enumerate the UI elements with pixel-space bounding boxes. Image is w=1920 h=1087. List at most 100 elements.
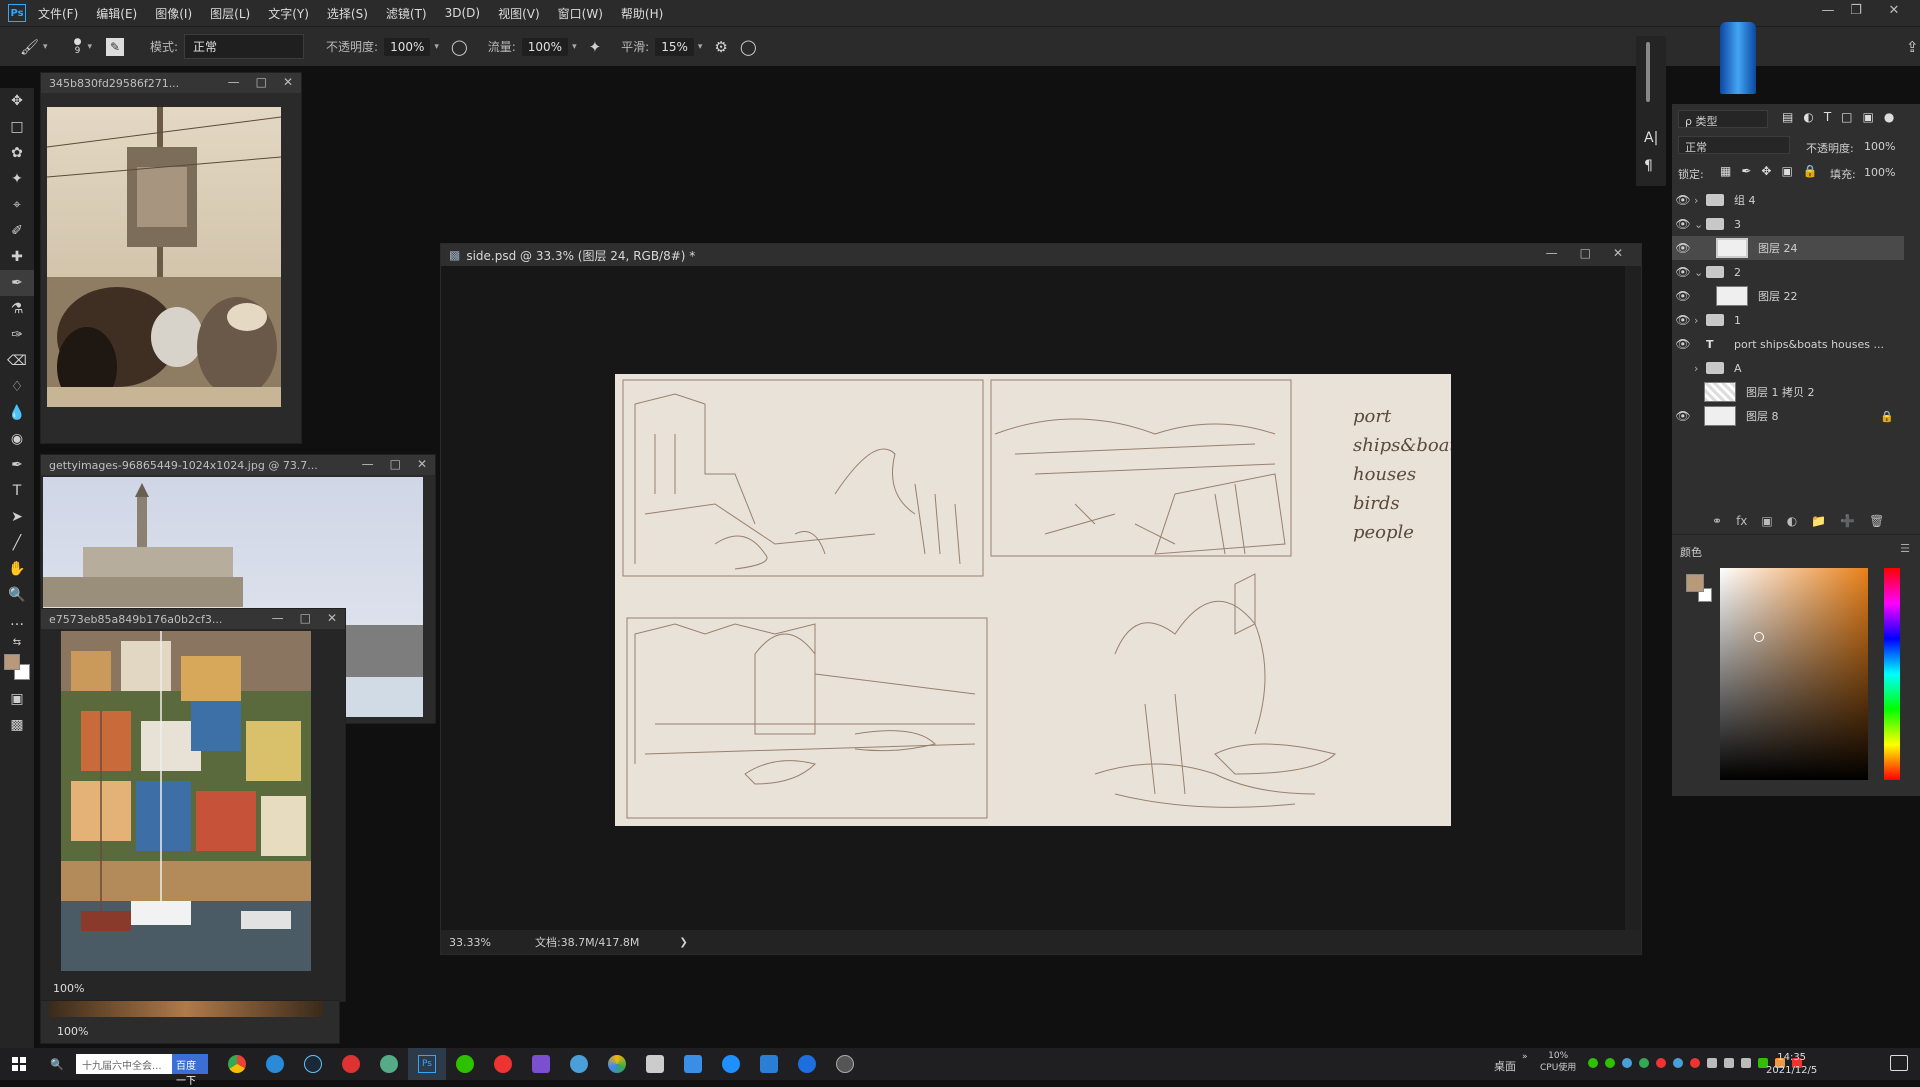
lasso-tool-icon[interactable]: ✿ <box>0 140 34 166</box>
menu-help[interactable]: 帮助(H) <box>621 5 663 22</box>
player-icon[interactable] <box>598 1048 636 1080</box>
chevron-right-icon[interactable]: » <box>1522 1052 1528 1062</box>
desktop-label[interactable]: 桌面 <box>1494 1058 1516 1074</box>
close-icon[interactable]: ✕ <box>283 75 293 89</box>
layer-row-group3[interactable]: 👁 ⌄ 3 <box>1672 212 1904 236</box>
brush-size-preset[interactable]: ● 9 <box>74 37 82 56</box>
eraser-tool-icon[interactable]: ⌫ <box>0 348 34 374</box>
window-titlebar[interactable]: ▩ side.psd @ 33.3% (图层 24, RGB/8#) * — □… <box>441 244 1641 266</box>
visibility-eye-icon[interactable]: 👁 <box>1672 265 1694 279</box>
dodge-tool-icon[interactable]: ◉ <box>0 426 34 452</box>
windows-start-icon[interactable] <box>0 1048 38 1080</box>
trash-icon[interactable]: 🗑 <box>1869 514 1884 528</box>
chrome-icon[interactable] <box>218 1048 256 1080</box>
visibility-eye-icon[interactable]: 👁 <box>1672 289 1694 303</box>
quick-mask-icon[interactable]: ▣ <box>0 686 34 712</box>
cpu-usage-widget[interactable]: 10% CPU使用 <box>1540 1050 1576 1074</box>
clock[interactable]: 14:35 2021/12/5 <box>1766 1051 1817 1077</box>
maximize-icon[interactable]: □ <box>390 457 401 471</box>
app-icon[interactable] <box>636 1048 674 1080</box>
window-titlebar[interactable]: gettyimages-96865449-1024x1024.jpg @ 73.… <box>41 455 435 475</box>
chevron-down-icon[interactable]: ▾ <box>434 42 439 52</box>
close-icon[interactable]: ✕ <box>327 611 337 625</box>
visual-studio-icon[interactable] <box>522 1048 560 1080</box>
layer-filter-select[interactable]: ρ 类型 <box>1678 110 1768 128</box>
minimize-icon[interactable]: — <box>1546 246 1558 260</box>
move-tool-icon[interactable]: ✥ <box>0 88 34 114</box>
type-tool-icon[interactable]: T <box>0 478 34 504</box>
tray-app-icon[interactable] <box>1690 1058 1700 1068</box>
status-menu-arrow-icon[interactable]: ❯ <box>679 937 687 948</box>
tray-app-icon[interactable] <box>1622 1058 1632 1068</box>
window-titlebar[interactable]: e7573eb85a849b176a0b2cf3... — □ ✕ <box>41 609 345 629</box>
foreground-color-swatch[interactable] <box>4 654 20 670</box>
app-icon[interactable] <box>560 1048 598 1080</box>
zoom-level[interactable]: 33.33% <box>449 936 491 949</box>
tray-app-icon[interactable] <box>1639 1058 1649 1068</box>
new-group-icon[interactable]: 📁 <box>1811 514 1826 528</box>
airbrush-icon[interactable]: ✦ <box>589 38 602 56</box>
minimize-icon[interactable]: — <box>228 75 240 89</box>
tray-app-icon[interactable] <box>1656 1058 1666 1068</box>
canvas-area[interactable]: port ships&boats houses birds people <box>441 266 1641 930</box>
pressure-opacity-icon[interactable]: ◯ <box>451 38 468 56</box>
lock-all-icon[interactable]: 🔒 <box>1803 164 1818 178</box>
app-icon[interactable] <box>674 1048 712 1080</box>
menu-select[interactable]: 选择(S) <box>327 5 368 22</box>
close-icon[interactable]: ✕ <box>1613 246 1623 260</box>
maximize-icon[interactable]: □ <box>1580 246 1591 260</box>
layer-row-text[interactable]: 👁 T port ships&boats houses ... <box>1672 332 1904 356</box>
character-panel-icon[interactable]: A| <box>1644 130 1658 146</box>
flow-input[interactable]: 100% <box>521 37 569 56</box>
menu-layer[interactable]: 图层(L) <box>210 5 250 22</box>
app-icon[interactable] <box>750 1048 788 1080</box>
color-swatches[interactable] <box>0 650 34 686</box>
filter-type-icon[interactable]: T <box>1824 110 1831 124</box>
chevron-down-icon[interactable]: ▾ <box>87 42 92 52</box>
link-layers-icon[interactable]: ⚭ <box>1712 514 1722 528</box>
mode-select[interactable]: 正常 <box>184 34 305 59</box>
close-icon[interactable]: ✕ <box>417 457 427 471</box>
brush-settings-toggle-icon[interactable]: ✎ <box>105 37 124 56</box>
visibility-eye-icon[interactable]: 👁 <box>1672 313 1694 327</box>
fill-input[interactable]: 100% <box>1864 166 1895 179</box>
chevron-right-icon[interactable]: › <box>1694 314 1706 327</box>
tray-app-icon[interactable] <box>1588 1058 1598 1068</box>
chevron-down-icon[interactable]: ▾ <box>698 42 703 52</box>
menu-3d[interactable]: 3D(D) <box>445 6 480 20</box>
hue-slider[interactable] <box>1884 568 1900 780</box>
layer-row-groupA[interactable]: › A <box>1672 356 1904 380</box>
color-field[interactable] <box>1720 568 1868 780</box>
pen-tool-icon[interactable]: ✒ <box>0 452 34 478</box>
menu-edit[interactable]: 编辑(E) <box>96 5 137 22</box>
filter-adjustment-icon[interactable]: ◐ <box>1803 110 1813 124</box>
clone-stamp-tool-icon[interactable]: ⚗ <box>0 296 34 322</box>
more-tools-icon[interactable]: … <box>0 608 34 634</box>
line-tool-icon[interactable]: ╱ <box>0 530 34 556</box>
taskbar-search-input[interactable]: 十九届六中全会... <box>76 1054 172 1074</box>
app-minimize-button[interactable]: — <box>1814 3 1842 21</box>
sketch-canvas[interactable]: port ships&boats houses birds people <box>615 374 1451 826</box>
smoothing-input[interactable]: 15% <box>655 37 694 56</box>
maximize-icon[interactable]: □ <box>300 611 311 625</box>
chevron-down-icon[interactable]: ⌄ <box>1694 218 1706 231</box>
pressure-size-icon[interactable]: ◯ <box>740 38 757 56</box>
lock-pixels-icon[interactable]: ✒ <box>1741 164 1751 178</box>
menu-image[interactable]: 图像(I) <box>155 5 192 22</box>
steam-icon[interactable] <box>294 1048 332 1080</box>
app-restore-button[interactable]: ❐ <box>1842 3 1870 21</box>
share-icon[interactable]: ⇪ <box>1906 38 1919 56</box>
lock-position-icon[interactable]: ✥ <box>1761 164 1771 178</box>
add-mask-icon[interactable]: ▣ <box>1761 514 1772 528</box>
layer-row-layer8[interactable]: 👁 图层 8 🔒 <box>1672 404 1904 428</box>
notification-center-icon[interactable] <box>1890 1055 1908 1071</box>
layer-row-group1[interactable]: 👁 › 1 <box>1672 308 1904 332</box>
visibility-eye-icon[interactable]: 👁 <box>1672 337 1694 351</box>
taskbar-search-button[interactable]: 百度一下 <box>172 1054 208 1087</box>
eyedropper-tool-icon[interactable]: ✐ <box>0 218 34 244</box>
lock-transparent-icon[interactable]: ▦ <box>1720 164 1731 178</box>
network-icon[interactable] <box>1724 1058 1734 1068</box>
layer-row-layer1copy2[interactable]: 图层 1 拷贝 2 <box>1672 380 1904 404</box>
menu-file[interactable]: 文件(F) <box>38 5 78 22</box>
wechat-icon[interactable] <box>446 1048 484 1080</box>
